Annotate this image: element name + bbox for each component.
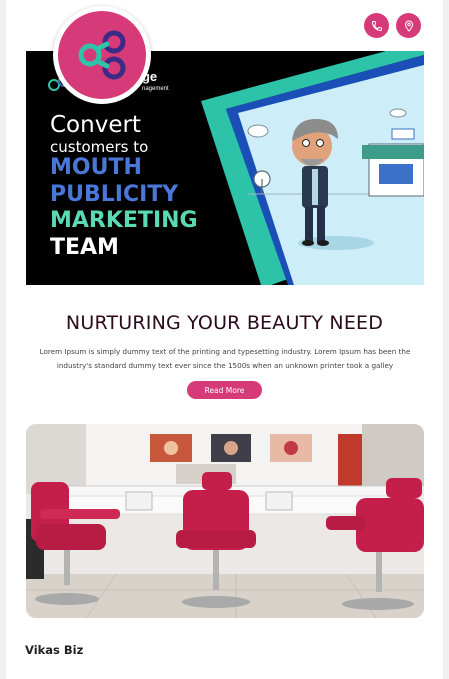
banner-brand-sub: nagement (142, 86, 169, 92)
description-text: Lorem Ipsum is simply dummy text of the … (39, 347, 411, 370)
banner-line-2: customers to (50, 138, 149, 156)
salon-photo (26, 424, 424, 618)
location-button[interactable] (396, 13, 421, 38)
banner-line-3: MOUTH (50, 155, 142, 180)
read-more-button[interactable]: Read More (187, 381, 262, 399)
page: nge nagement Convert customers to MOUTH … (6, 0, 443, 679)
logo-circle (58, 11, 146, 99)
phone-icon (371, 20, 382, 31)
infinity-link-logo-icon (78, 30, 126, 80)
banner-line-6: TEAM (50, 235, 119, 260)
banner-line-5: MARKETING (50, 208, 198, 233)
salon-interior-image (26, 424, 424, 618)
banner-line-1: Convert (50, 112, 141, 138)
brand-logo[interactable] (53, 6, 151, 104)
phone-button[interactable] (364, 13, 389, 38)
page-title: NURTURING YOUR BEAUTY NEED (65, 312, 384, 334)
location-pin-icon (404, 19, 413, 32)
banner-line-4: PUBLICITY (50, 182, 179, 207)
footer-brand: Vikas Biz (25, 643, 84, 657)
